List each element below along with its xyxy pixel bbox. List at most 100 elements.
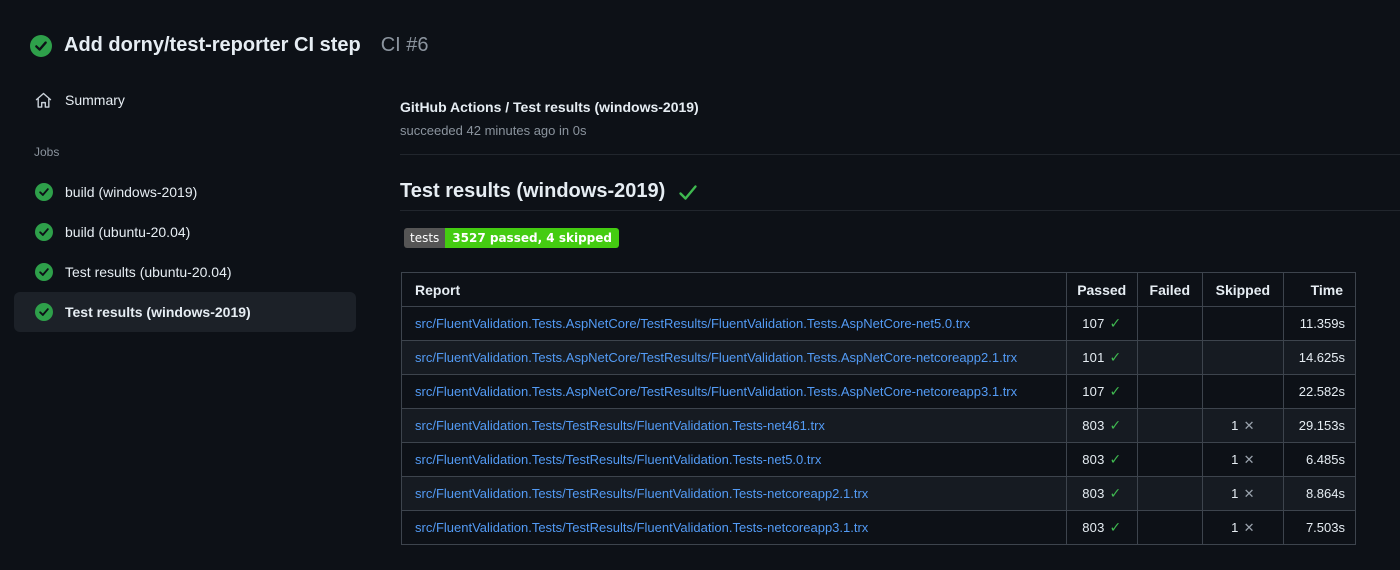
tests-badge: tests 3527 passed, 4 skipped (404, 228, 619, 248)
report-link[interactable]: src/FluentValidation.Tests/TestResults/F… (415, 520, 868, 535)
jobs-section-label: Jobs (34, 145, 60, 159)
check-icon: ✓ (1109, 451, 1122, 468)
passed-count: 107 (1082, 383, 1105, 399)
check-icon: ✓ (1109, 519, 1122, 536)
sidebar-item-job[interactable]: Test results (ubuntu-20.04) (14, 252, 356, 292)
failed-cell (1136, 476, 1203, 511)
table-row: src/FluentValidation.Tests/TestResults/F… (401, 442, 1357, 477)
sidebar-item-job[interactable]: Test results (windows-2019) (14, 292, 356, 332)
table-row: src/FluentValidation.Tests.AspNetCore/Te… (401, 374, 1357, 409)
report-cell: src/FluentValidation.Tests/TestResults/F… (401, 510, 1067, 545)
skipped-count: 1 (1231, 451, 1239, 467)
skipped-count: 1 (1231, 519, 1239, 535)
job-label: build (windows-2019) (65, 184, 198, 200)
job-label: Test results (ubuntu-20.04) (65, 264, 232, 280)
check-run-status: succeeded 42 minutes ago in 0s (400, 123, 587, 138)
column-header-passed: Passed (1065, 272, 1138, 307)
failed-cell (1136, 442, 1203, 477)
skipped-cell: 1 ✕ (1201, 476, 1284, 511)
divider (400, 210, 1400, 211)
time-cell: 8.864s (1282, 476, 1357, 511)
report-link[interactable]: src/FluentValidation.Tests.AspNetCore/Te… (415, 384, 1017, 399)
time-cell: 11.359s (1282, 306, 1357, 341)
report-cell: src/FluentValidation.Tests/TestResults/F… (401, 442, 1067, 477)
check-icon: ✓ (1109, 417, 1122, 434)
jobs-list: build (windows-2019) build (ubuntu-20.04… (14, 172, 356, 332)
passed-cell: 101 ✓ (1065, 340, 1138, 375)
summary-label: Summary (65, 92, 125, 108)
table-row: src/FluentValidation.Tests.AspNetCore/Te… (401, 340, 1357, 375)
section-title: Test results (windows-2019) (400, 180, 666, 202)
passed-count: 803 (1082, 451, 1105, 467)
passed-cell: 803 ✓ (1065, 408, 1138, 443)
table-row: src/FluentValidation.Tests/TestResults/F… (401, 476, 1357, 511)
column-header-skipped: Skipped (1201, 272, 1284, 307)
report-link[interactable]: src/FluentValidation.Tests.AspNetCore/Te… (415, 316, 970, 331)
passed-cell: 107 ✓ (1065, 374, 1138, 409)
passed-count: 803 (1082, 485, 1105, 501)
report-link[interactable]: src/FluentValidation.Tests/TestResults/F… (415, 418, 825, 433)
skipped-cell (1201, 340, 1284, 375)
table-row: src/FluentValidation.Tests/TestResults/F… (401, 510, 1357, 545)
report-link[interactable]: src/FluentValidation.Tests.AspNetCore/Te… (415, 350, 1017, 365)
column-header-failed: Failed (1136, 272, 1203, 307)
failed-cell (1136, 306, 1203, 341)
time-cell: 7.503s (1282, 510, 1357, 545)
failed-cell (1136, 408, 1203, 443)
check-icon: ✓ (1109, 349, 1122, 366)
skipped-count: 1 (1231, 485, 1239, 501)
report-cell: src/FluentValidation.Tests.AspNetCore/Te… (401, 374, 1067, 409)
failed-cell (1136, 340, 1203, 375)
report-cell: src/FluentValidation.Tests.AspNetCore/Te… (401, 340, 1067, 375)
success-icon (35, 263, 53, 281)
table-header-row: Report Passed Failed Skipped Time (401, 272, 1357, 307)
check-icon: ✓ (1109, 383, 1122, 400)
main-content: GitHub Actions / Test results (windows-2… (400, 0, 1400, 570)
sidebar-item-summary[interactable]: Summary (35, 88, 125, 112)
divider (400, 154, 1400, 155)
skipped-cell (1201, 374, 1284, 409)
success-icon (35, 223, 53, 241)
success-icon (35, 303, 53, 321)
report-link[interactable]: src/FluentValidation.Tests/TestResults/F… (415, 486, 868, 501)
x-icon: ✕ (1243, 452, 1255, 468)
section-heading-row: Test results (windows-2019) (400, 180, 699, 203)
x-icon: ✕ (1243, 486, 1255, 502)
skipped-cell: 1 ✕ (1201, 408, 1284, 443)
sidebar-item-job[interactable]: build (ubuntu-20.04) (14, 212, 356, 252)
sidebar-item-job[interactable]: build (windows-2019) (14, 172, 356, 212)
failed-cell (1136, 374, 1203, 409)
job-label: Test results (windows-2019) (65, 304, 251, 320)
results-table: Report Passed Failed Skipped Time src/Fl… (401, 272, 1357, 545)
time-cell: 29.153s (1282, 408, 1357, 443)
passed-count: 803 (1082, 519, 1105, 535)
check-icon: ✓ (1109, 315, 1122, 332)
skipped-count: 1 (1231, 417, 1239, 433)
home-icon (35, 92, 52, 108)
report-cell: src/FluentValidation.Tests.AspNetCore/Te… (401, 306, 1067, 341)
time-cell: 22.582s (1282, 374, 1357, 409)
x-icon: ✕ (1243, 520, 1255, 536)
success-icon (35, 183, 53, 201)
report-cell: src/FluentValidation.Tests/TestResults/F… (401, 476, 1067, 511)
time-cell: 14.625s (1282, 340, 1357, 375)
badge-label: tests (404, 228, 446, 248)
check-icon (679, 184, 697, 200)
passed-cell: 803 ✓ (1065, 476, 1138, 511)
table-row: src/FluentValidation.Tests/TestResults/F… (401, 408, 1357, 443)
job-label: build (ubuntu-20.04) (65, 224, 191, 240)
passed-count: 803 (1082, 417, 1105, 433)
skipped-cell: 1 ✕ (1201, 510, 1284, 545)
passed-count: 101 (1082, 349, 1105, 365)
passed-cell: 803 ✓ (1065, 442, 1138, 477)
skipped-cell: 1 ✕ (1201, 442, 1284, 477)
passed-cell: 107 ✓ (1065, 306, 1138, 341)
check-icon: ✓ (1109, 485, 1122, 502)
table-row: src/FluentValidation.Tests.AspNetCore/Te… (401, 306, 1357, 341)
report-link[interactable]: src/FluentValidation.Tests/TestResults/F… (415, 452, 821, 467)
column-header-time: Time (1282, 272, 1357, 307)
x-icon: ✕ (1243, 418, 1255, 434)
report-cell: src/FluentValidation.Tests/TestResults/F… (401, 408, 1067, 443)
passed-cell: 803 ✓ (1065, 510, 1138, 545)
sidebar: Summary Jobs build (windows-2019) build … (0, 0, 400, 570)
